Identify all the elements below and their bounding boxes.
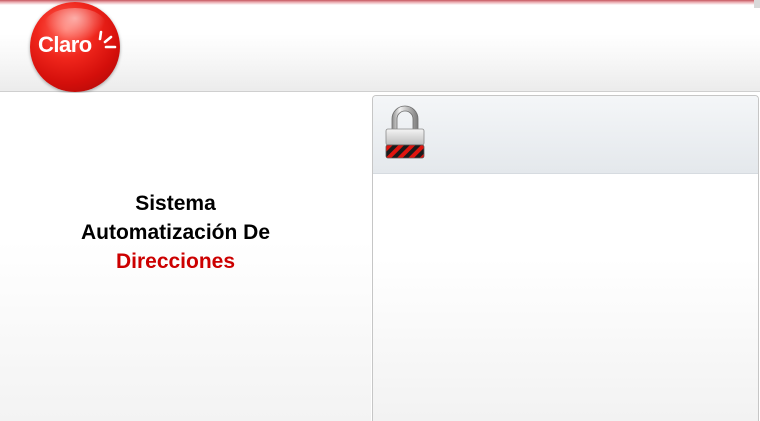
login-panel [372,95,759,421]
title-accent: Direcciones [115,250,236,273]
logo-rays-icon [98,30,117,49]
claro-logo: Claro [30,2,120,92]
header: Claro [0,0,760,92]
left-panel: Sistema Automatización De Direcciones [0,93,371,421]
page: Claro Sistema Automatización De Direccio… [0,0,760,421]
logo-text: Claro [38,32,92,57]
system-title: Sistema Automatización De Direcciones [20,189,331,276]
login-panel-header [373,96,758,174]
lock-icon [385,105,425,159]
title-line-2: Automatización De [80,221,271,244]
title-line-1: Sistema [135,192,216,215]
